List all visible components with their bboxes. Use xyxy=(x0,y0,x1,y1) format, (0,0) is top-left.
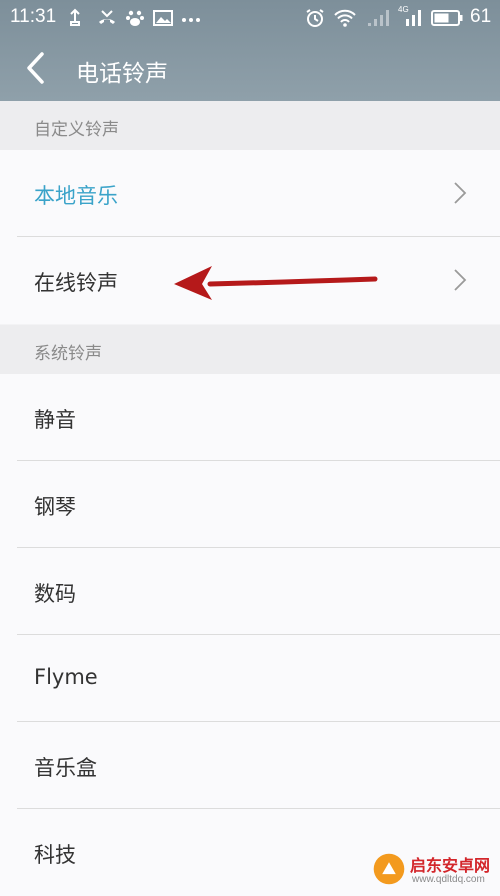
item-label: Flyme xyxy=(34,665,98,689)
page-title: 电话铃声 xyxy=(76,61,168,87)
more-icon xyxy=(182,18,200,22)
ringtone-item-silent[interactable]: 静音 xyxy=(0,374,500,461)
section-header-label: 自定义铃声 xyxy=(34,120,119,140)
ringtone-item-piano[interactable]: 钢琴 xyxy=(0,461,500,548)
item-label: 科技 xyxy=(34,843,76,867)
item-label: 静音 xyxy=(34,408,76,432)
status-time: 11:31 xyxy=(10,6,57,27)
watermark-url: www.qdltdq.com xyxy=(412,874,485,885)
chevron-right-icon xyxy=(454,182,467,204)
ringtone-item-flyme[interactable]: Flyme xyxy=(0,635,500,722)
status-bar: 11:31 4G 61 xyxy=(0,0,500,36)
item-label: 音乐盒 xyxy=(34,756,97,780)
signal-weak-icon xyxy=(368,10,389,26)
chevron-right-icon xyxy=(454,269,467,291)
missed-call-icon xyxy=(99,10,115,24)
usb-icon xyxy=(70,8,80,26)
signal-4g-icon xyxy=(406,10,421,26)
section-header-label: 系统铃声 xyxy=(34,344,102,364)
image-icon xyxy=(153,10,173,26)
system-ringtone-group: 静音 钢琴 数码 Flyme 音乐盒 科技 xyxy=(0,374,500,896)
annotation-arrow-icon xyxy=(174,266,378,300)
nav-bar: 电话铃声 xyxy=(0,36,500,101)
battery-icon xyxy=(431,10,463,26)
watermark: 启东安卓网 www.qdltdq.com xyxy=(372,850,500,889)
ringtone-item-music-box[interactable]: 音乐盒 xyxy=(0,722,500,809)
ringtone-item-digital[interactable]: 数码 xyxy=(0,548,500,635)
item-label: 在线铃声 xyxy=(34,271,118,295)
top-bar: 11:31 4G 61 电话铃声 xyxy=(0,0,500,101)
item-label: 本地音乐 xyxy=(34,184,118,208)
back-button[interactable] xyxy=(22,50,52,86)
watermark-logo-icon xyxy=(373,853,405,885)
local-music-item[interactable]: 本地音乐 xyxy=(0,150,500,237)
item-label: 数码 xyxy=(34,582,76,606)
wifi-icon xyxy=(334,9,356,27)
alarm-icon xyxy=(306,9,324,27)
item-label: 钢琴 xyxy=(34,495,76,519)
section-header-system: 系统铃声 xyxy=(0,325,500,374)
watermark-name: 启东安卓网 xyxy=(410,856,491,875)
section-header-custom: 自定义铃声 xyxy=(0,101,500,150)
paw-icon xyxy=(126,10,144,26)
battery-level: 61 xyxy=(470,6,492,27)
